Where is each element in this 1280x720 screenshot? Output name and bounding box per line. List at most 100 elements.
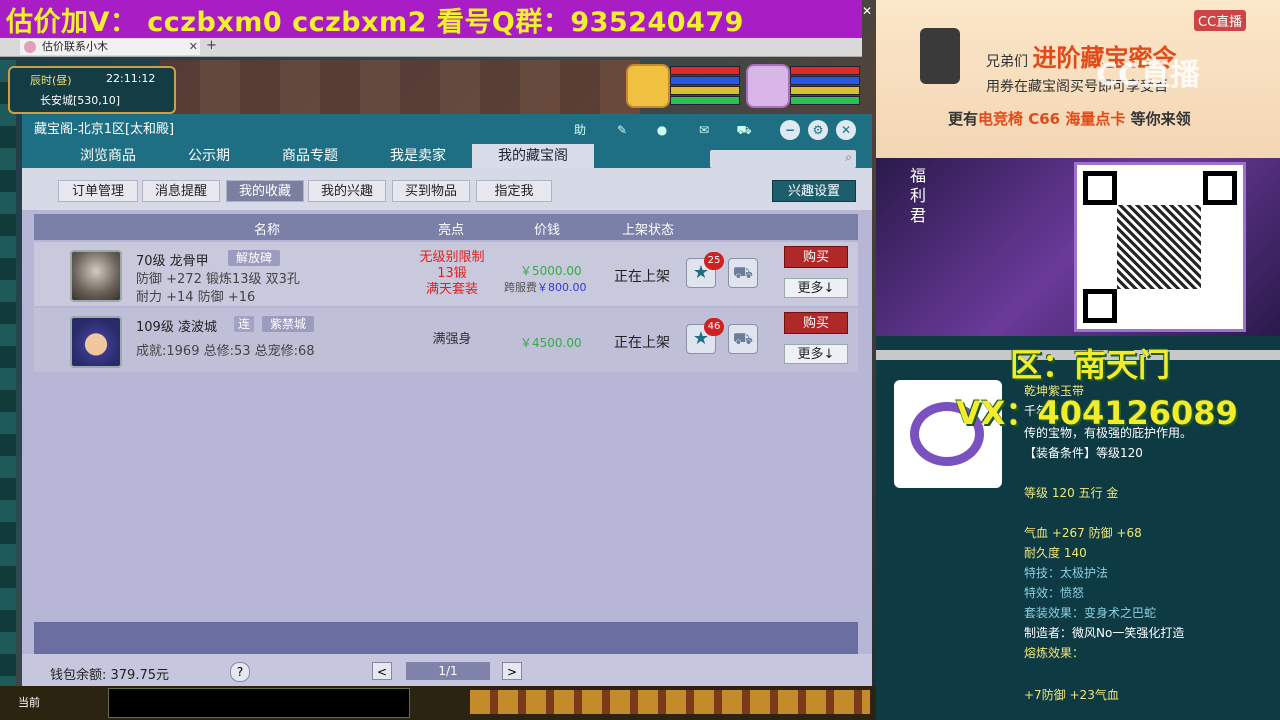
item-melt: 熔炼效果： [1024, 646, 1085, 660]
qr-finder [1203, 171, 1237, 205]
highlight-text: 满天套装 [425, 282, 478, 297]
subtab-favorites[interactable]: 我的收藏 [226, 180, 304, 202]
subtab-orders[interactable]: 订单管理 [58, 180, 138, 202]
stream-ad: 兄弟们 进阶藏宝密令 用券在藏宝阁买号即可享受百 更有电竞椅 C66 海量点卡 … [876, 0, 1280, 158]
search-icon[interactable]: ⌕ [845, 150, 852, 165]
wallet-balance: 钱包余额: 379.75元 [50, 668, 169, 683]
promo-card: 福利君 [876, 158, 1280, 336]
hud-pet-status[interactable] [626, 64, 746, 108]
table-footer-strip [34, 622, 858, 654]
highlight-text: 无级别限制 [419, 250, 485, 265]
chat-input[interactable] [108, 688, 410, 718]
tab-my-pavilion[interactable]: 我的藏宝阁 [472, 144, 594, 168]
favicon-icon [24, 41, 36, 53]
cc-live-logo: CC直播 [1194, 10, 1247, 31]
buy-button[interactable]: 购买 [784, 312, 848, 334]
main-tabs: 浏览商品 公示期 商品专题 我是卖家 我的藏宝阁 [54, 144, 594, 168]
col-price: 价钱 [534, 223, 561, 238]
item-durability: 耐久度 140 [1024, 546, 1087, 560]
next-page-button[interactable]: > [502, 662, 522, 680]
col-status: 上架状态 [622, 223, 675, 238]
interest-settings-button[interactable]: 兴趣设置 [772, 180, 856, 202]
item-stats: 气血 +267 防御 +68 [1024, 526, 1142, 540]
subtab-interests[interactable]: 我的兴趣 [308, 180, 386, 202]
item-price: ￥4500.00 [520, 336, 582, 350]
char-portrait-icon[interactable] [746, 64, 790, 108]
browser-tab-strip: 估价联系小木 ✕ + [0, 38, 862, 57]
cc-live-watermark: CC直播 [1096, 58, 1201, 93]
subtab-messages[interactable]: 消息提醒 [142, 180, 220, 202]
item-maker: 制造者：微风No一笑强化打造 [1024, 626, 1185, 640]
close-icon[interactable]: ✕ [836, 120, 856, 140]
settings-icon[interactable]: ⚙ [808, 120, 828, 140]
tab-close-icon[interactable]: ✕ [189, 39, 198, 55]
dialog-title: 藏宝阁-北京1区[太和殿] [34, 122, 175, 137]
item-skill: 特技：太极护法 [1024, 566, 1109, 580]
add-to-cart-icon[interactable]: ⛟ [728, 258, 758, 288]
favorite-count-badge: 25 [704, 252, 724, 270]
table-row[interactable]: 109级 凌波城 连 紫禁城 成就:1969 总修:53 总宠修:68 满强身 … [34, 308, 858, 372]
item-set: 套装效果：变身术之巴蛇 [1024, 606, 1157, 620]
treasure-pavilion-dialog: 藏宝阁-北京1区[太和殿] 助 ✎ ● ✉ ⛟ − ⚙ ✕ 浏览商品 公示期 商… [22, 114, 872, 688]
record-icon[interactable]: ● [652, 120, 672, 140]
favorite-count-badge: 46 [704, 318, 724, 336]
table-row[interactable]: 70级 龙骨甲 解放碑 防御 +272 锻炼13级 双3孔 耐力 +14 防御 … [34, 242, 858, 306]
prev-page-button[interactable]: < [372, 662, 392, 680]
browser-tab[interactable]: 估价联系小木 ✕ [20, 39, 200, 55]
help-icon[interactable]: ? [230, 662, 250, 682]
sp-bar [790, 96, 860, 105]
col-highlight: 亮点 [438, 223, 465, 238]
item-attr-line: 耐力 +14 防御 +16 [136, 290, 256, 305]
promo-banner-text: 估价加V： cczbxm0 cczbxm2 看号Q群：935240479 [6, 6, 744, 38]
anger-bar [790, 86, 860, 95]
server-tag: 紫禁城 [262, 316, 315, 332]
new-tab-button[interactable]: + [206, 38, 217, 53]
mp-bar [670, 76, 740, 85]
add-to-cart-icon[interactable]: ⛟ [728, 324, 758, 354]
tab-publicity[interactable]: 公示期 [162, 144, 256, 168]
more-button[interactable]: 更多↓ [784, 278, 848, 298]
tab-seller[interactable]: 我是卖家 [364, 144, 472, 168]
hud-time: 22:11:12 [106, 72, 156, 85]
search-input[interactable]: ⌕ [710, 150, 856, 168]
table-header: 名称 亮点 价钱 上架状态 [34, 214, 858, 240]
qr-finder [1083, 289, 1117, 323]
pet-portrait-icon[interactable] [626, 64, 670, 108]
item-effect: 特效：愤怒 [1024, 586, 1085, 600]
close-icon[interactable]: ✕ [862, 4, 874, 18]
tab-browse[interactable]: 浏览商品 [54, 144, 162, 168]
subtab-designated[interactable]: 指定我 [476, 180, 552, 202]
channel-current[interactable]: 当前 [18, 694, 40, 710]
chat-icon[interactable]: ✉ [694, 120, 714, 140]
hp-bar [670, 66, 740, 75]
more-button[interactable]: 更多↓ [784, 344, 848, 364]
exp-bar [670, 86, 740, 95]
linked-tag: 连 [234, 316, 255, 332]
minimize-icon[interactable]: − [780, 120, 800, 140]
item-title: 109级 凌波城 [136, 320, 217, 335]
promo-label: 福利君 [910, 166, 927, 225]
cart-icon[interactable]: ⛟ [734, 120, 754, 140]
listing-status: 正在上架 [614, 335, 670, 351]
armor-icon[interactable] [70, 250, 122, 302]
region-overlay: 区：南天门 [1010, 346, 1171, 384]
tab-topics[interactable]: 商品专题 [256, 144, 364, 168]
help-button[interactable]: 助 [570, 120, 590, 140]
cross-server-fee: 跨服费￥800.00 [504, 281, 587, 294]
item-attr-line: 成就:1969 总修:53 总宠修:68 [136, 344, 315, 359]
buy-button[interactable]: 购买 [784, 246, 848, 268]
qr-code [1074, 162, 1246, 332]
hud-clock: 辰时(昼) 22:11:12 长安城[530,10] [8, 66, 176, 114]
hotbar-icons[interactable] [470, 690, 870, 714]
qr-pattern [1117, 205, 1201, 289]
promo-banner: 估价加V： cczbxm0 cczbxm2 看号Q群：935240479 [0, 0, 862, 38]
character-avatar[interactable] [70, 316, 122, 368]
item-requirement: 【装备条件】等级120 [1024, 446, 1143, 460]
sp-bar [670, 96, 740, 105]
hud-char-status[interactable] [746, 64, 866, 108]
subtab-purchased[interactable]: 买到物品 [392, 180, 470, 202]
hud-period: 辰时(昼) [30, 74, 72, 87]
highlight-text: 满强身 [432, 332, 472, 347]
share-icon[interactable]: ✎ [612, 120, 632, 140]
page-indicator: 1/1 [406, 662, 490, 680]
